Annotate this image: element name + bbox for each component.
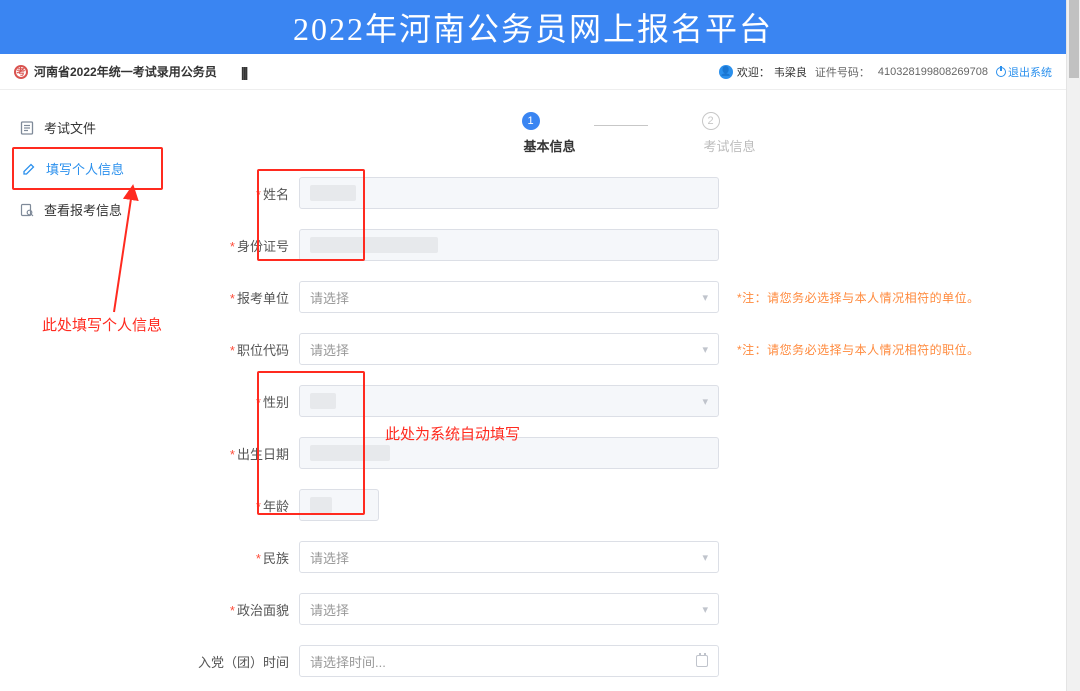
sidebar-item-label: 填写个人信息 — [46, 159, 124, 178]
select-politic[interactable]: 请选择 ▾ — [299, 593, 719, 625]
document-icon — [20, 121, 34, 135]
annotation-autofill-text: 此处为系统自动填写 — [385, 423, 520, 444]
sidebar-item-label: 考试文件 — [44, 118, 96, 137]
placeholder: 请选择时间... — [310, 652, 386, 671]
row-name: *姓名 — [189, 177, 1052, 209]
masked-value — [310, 497, 332, 513]
note-post: *注：请您务必选择与本人情况相符的职位。 — [737, 341, 980, 358]
form: 此处为系统自动填写 *姓名 *身份证号 *报考单位 请选择 ▾ *注：请您务必选择… — [189, 177, 1052, 691]
scrollbar-thumb[interactable] — [1069, 0, 1079, 78]
step-number: 2 — [702, 112, 720, 130]
step-label: 考试信息 — [656, 136, 766, 155]
label-gender: *性别 — [189, 392, 299, 411]
chevron-down-icon: ▾ — [702, 291, 708, 304]
input-idnum[interactable] — [299, 229, 719, 261]
sidebar-item-docs[interactable]: 考试文件 — [12, 108, 163, 147]
select-unit[interactable]: 请选择 ▾ — [299, 281, 719, 313]
welcome-block: 👤 欢迎：韦梁良 — [719, 64, 807, 80]
select-gender[interactable]: ▾ — [299, 385, 719, 417]
row-birth: *出生日期 — [189, 437, 1052, 469]
scrollbar-vertical[interactable] — [1066, 0, 1080, 691]
label-politic: *政治面貌 — [189, 600, 299, 619]
label-name: *姓名 — [189, 184, 299, 203]
app-viewport: 2022年河南公务员网上报名平台 考 河南省2022年统一考试录用公务员 |||… — [0, 0, 1080, 691]
input-age[interactable] — [299, 489, 379, 521]
masked-value — [310, 393, 336, 409]
topbar-right: 👤 欢迎：韦梁良 证件号码： 410328199808269708 退出系统 — [719, 64, 1052, 80]
select-nation[interactable]: 请选择 ▾ — [299, 541, 719, 573]
chevron-down-icon: ▾ — [702, 395, 708, 408]
note-unit: *注：请您务必选择与本人情况相符的单位。 — [737, 289, 980, 306]
step-exam-info[interactable]: 2 考试信息 — [656, 112, 766, 155]
masked-value — [310, 237, 438, 253]
placeholder: 请选择 — [310, 548, 349, 567]
step-connector — [594, 125, 648, 126]
id-value: 410328199808269708 — [878, 66, 988, 78]
row-age: *年龄 — [189, 489, 1052, 521]
user-name: 韦梁良 — [774, 64, 807, 80]
annotation-arrow-icon — [110, 186, 180, 321]
row-party-time: 入党（团）时间 请选择时间... — [189, 645, 1052, 677]
sidebar-item-fill-info[interactable]: 填写个人信息 — [14, 149, 161, 188]
logout-link[interactable]: 退出系统 — [996, 64, 1052, 80]
row-gender: *性别 ▾ — [189, 385, 1052, 417]
row-idnum: *身份证号 — [189, 229, 1052, 261]
chevron-down-icon: ▾ — [702, 603, 708, 616]
select-post[interactable]: 请选择 ▾ — [299, 333, 719, 365]
edit-icon — [22, 162, 36, 176]
topbar: 考 河南省2022年统一考试录用公务员 ||| 👤 欢迎：韦梁良 证件号码： 41… — [0, 54, 1066, 90]
topbar-left: 考 河南省2022年统一考试录用公务员 ||| — [14, 63, 246, 80]
label-unit: *报考单位 — [189, 288, 299, 307]
label-post: *职位代码 — [189, 340, 299, 359]
step-label: 基本信息 — [476, 136, 586, 155]
label-birth: *出生日期 — [189, 444, 299, 463]
welcome-prefix: 欢迎： — [737, 64, 770, 80]
chevron-down-icon: ▾ — [702, 551, 708, 564]
label-age: *年龄 — [189, 496, 299, 515]
row-politic: *政治面貌 请选择 ▾ — [189, 593, 1052, 625]
masked-value — [310, 185, 356, 201]
search-doc-icon — [20, 203, 34, 217]
power-icon — [996, 67, 1006, 77]
user-icon: 👤 — [719, 65, 733, 79]
logout-label: 退出系统 — [1008, 64, 1052, 80]
id-label: 证件号码： — [815, 64, 870, 80]
collapse-icon[interactable]: ||| — [241, 64, 247, 80]
placeholder: 请选择 — [310, 288, 349, 307]
placeholder: 请选择 — [310, 340, 349, 359]
label-party-time: 入党（团）时间 — [189, 652, 299, 671]
row-unit: *报考单位 请选择 ▾ *注：请您务必选择与本人情况相符的单位。 — [189, 281, 1052, 313]
banner: 2022年河南公务员网上报名平台 — [0, 0, 1066, 54]
logo-icon: 考 — [14, 65, 28, 79]
sidebar: 考试文件 填写个人信息 查看报考信息 — [0, 90, 175, 691]
input-name[interactable] — [299, 177, 719, 209]
step-basic-info[interactable]: 1 基本信息 — [476, 112, 586, 155]
label-idnum: *身份证号 — [189, 236, 299, 255]
body: 考试文件 填写个人信息 查看报考信息 1 — [0, 90, 1066, 691]
main-content: 1 基本信息 2 考试信息 此处为系统自动填写 *姓名 — [175, 90, 1066, 691]
row-nation: *民族 请选择 ▾ — [189, 541, 1052, 573]
chevron-down-icon: ▾ — [702, 343, 708, 356]
exam-name: 河南省2022年统一考试录用公务员 — [34, 63, 217, 80]
datepicker-party-time[interactable]: 请选择时间... — [299, 645, 719, 677]
masked-value — [310, 445, 390, 461]
steps: 1 基本信息 2 考试信息 — [189, 112, 1052, 155]
placeholder: 请选择 — [310, 600, 349, 619]
annotation-sidebar-box: 填写个人信息 — [12, 147, 163, 190]
banner-title: 2022年河南公务员网上报名平台 — [293, 4, 773, 50]
calendar-icon — [696, 655, 708, 667]
step-number: 1 — [522, 112, 540, 130]
row-post: *职位代码 请选择 ▾ *注：请您务必选择与本人情况相符的职位。 — [189, 333, 1052, 365]
label-nation: *民族 — [189, 548, 299, 567]
